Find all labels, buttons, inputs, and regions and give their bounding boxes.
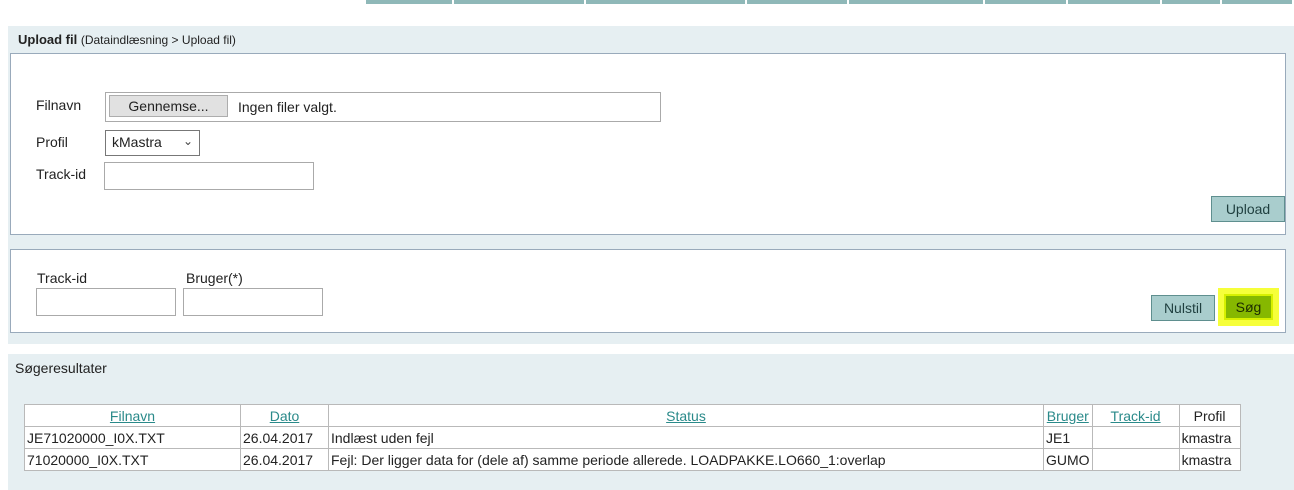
column-header-profile: Profil xyxy=(1178,404,1241,427)
trackid-label: Track-id xyxy=(36,166,87,182)
chevron-down-icon: ⌄ xyxy=(182,134,193,148)
trackid-input[interactable] xyxy=(104,162,314,190)
cell-date: 26.04.2017 xyxy=(240,426,329,449)
tab-strip-segment[interactable] xyxy=(984,0,1069,4)
sort-link-user[interactable]: Bruger xyxy=(1047,408,1089,424)
table-row: 71020000_I0X.TXT 26.04.2017 Fejl: Der li… xyxy=(24,448,1241,471)
cell-status: Indlæst uden fejl xyxy=(328,426,1044,449)
profile-label: Profil xyxy=(36,134,68,150)
tab-strip-segment[interactable] xyxy=(1068,0,1163,4)
table-row: JE71020000_I0X.TXT 26.04.2017 Indlæst ud… xyxy=(24,426,1241,449)
breadcrumb: (Dataindlæsning > Upload fil) xyxy=(80,33,236,47)
search-user-input[interactable] xyxy=(183,288,323,316)
cell-status: Fejl: Der ligger data for (dele af) samm… xyxy=(328,448,1044,471)
cell-user: JE1 xyxy=(1043,426,1093,449)
cell-date: 26.04.2017 xyxy=(240,448,329,471)
profile-select[interactable]: kMastra ⌄ xyxy=(105,130,200,156)
cell-profile: kmastra xyxy=(1178,426,1241,449)
search-form-box: Track-id Bruger(*) Nulstil Søg xyxy=(10,249,1286,333)
column-header-user[interactable]: Bruger xyxy=(1043,404,1093,427)
filename-label: Filnavn xyxy=(36,97,82,113)
results-table: Filnavn Dato Status Bruger Track-id Prof… xyxy=(24,404,1241,471)
search-trackid-label: Track-id xyxy=(37,270,88,286)
profile-selected-value: kMastra xyxy=(112,134,162,150)
search-trackid-input[interactable] xyxy=(36,288,176,316)
column-header-filename[interactable]: Filnavn xyxy=(24,404,241,427)
tab-strip-segment[interactable] xyxy=(747,0,849,4)
upload-button[interactable]: Upload xyxy=(1211,196,1285,222)
results-title: Søgeresultater xyxy=(15,360,107,376)
cell-trackid xyxy=(1091,426,1180,449)
column-header-trackid[interactable]: Track-id xyxy=(1091,404,1180,427)
sort-link-filename[interactable]: Filnavn xyxy=(110,408,155,424)
cell-filename: 71020000_I0X.TXT xyxy=(24,448,241,471)
tab-strip-segment[interactable] xyxy=(1222,0,1294,4)
sort-link-status[interactable]: Status xyxy=(666,408,706,424)
tab-strip-segment[interactable] xyxy=(366,0,454,4)
column-header-date[interactable]: Dato xyxy=(240,404,329,427)
upload-form-box: Filnavn Gennemse... Ingen filer valgt. P… xyxy=(10,53,1286,235)
file-status-text: Ingen filer valgt. xyxy=(238,99,337,115)
tab-strip-segment[interactable] xyxy=(848,0,985,4)
reset-button[interactable]: Nulstil xyxy=(1151,295,1215,321)
sort-link-date[interactable]: Dato xyxy=(270,408,300,424)
tab-strip-segment[interactable] xyxy=(453,0,586,4)
file-input[interactable]: Gennemse... Ingen filer valgt. xyxy=(105,92,661,122)
column-header-status[interactable]: Status xyxy=(328,404,1044,427)
top-tab-strip xyxy=(366,0,1294,5)
results-panel: Søgeresultater Filnavn Dato Status Bruge… xyxy=(8,354,1294,490)
panel-title: Upload fil (Dataindlæsning > Upload fil) xyxy=(18,32,236,47)
browse-button[interactable]: Gennemse... xyxy=(109,95,228,117)
cell-filename: JE71020000_I0X.TXT xyxy=(24,426,241,449)
sort-link-trackid[interactable]: Track-id xyxy=(1111,408,1161,424)
cell-user: GUMO xyxy=(1043,448,1093,471)
cell-profile: kmastra xyxy=(1178,448,1241,471)
cell-trackid xyxy=(1091,448,1180,471)
upload-title: Upload fil xyxy=(18,32,78,47)
tab-strip-segment[interactable] xyxy=(1162,0,1223,4)
search-user-label: Bruger(*) xyxy=(186,270,243,286)
tab-strip-segment[interactable] xyxy=(585,0,748,4)
upload-panel: Upload fil (Dataindlæsning > Upload fil)… xyxy=(8,26,1294,344)
table-header-row: Filnavn Dato Status Bruger Track-id Prof… xyxy=(24,404,1241,427)
search-button[interactable]: Søg xyxy=(1224,294,1273,320)
